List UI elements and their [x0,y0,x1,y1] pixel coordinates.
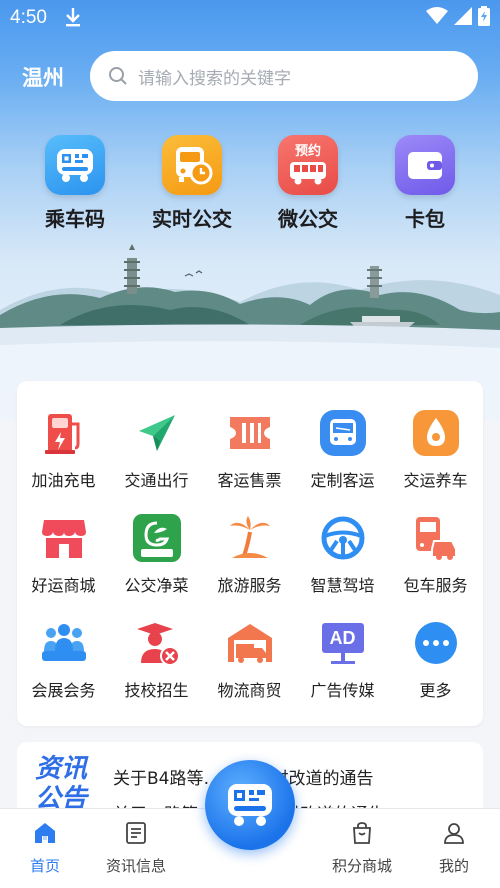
tab-points-mall[interactable]: 积分商城 [322,821,402,876]
graduate-icon [131,617,183,669]
quick-label: 乘车码 [45,207,105,231]
service-bus-vegetable[interactable]: 公交净菜 [110,512,203,612]
tab-home[interactable]: 首页 [5,821,85,876]
service-label: 更多 [419,681,452,700]
wallet-icon [395,135,455,195]
service-school-enrollment[interactable]: 技校招生 [110,617,203,717]
shopping-bag-icon [353,822,371,844]
tab-label: 资讯信息 [105,857,166,875]
car-maintenance-icon [410,407,462,459]
search-placeholder: 请输入搜索的关键字 [138,68,291,89]
service-charter[interactable]: 包车服务 [389,512,482,612]
service-label: 好运商城 [31,576,96,595]
search-icon [109,67,127,85]
quick-item-realtime-bus[interactable]: 实时公交 [132,135,252,232]
conference-icon [38,617,90,669]
service-conference[interactable]: 会展会务 [17,617,110,717]
service-label: 公交净菜 [124,576,189,595]
user-icon [444,823,464,844]
news-tag: 资讯 公告 [35,754,87,814]
ticket-icon [224,407,276,459]
hero-banner: 4:50 温州 请输入搜索的关键字 乘车码 实时公交 预约 微公交 卡包 [0,0,500,420]
tab-label: 首页 [29,857,60,875]
service-more[interactable]: 更多 [389,617,482,717]
reserve-badge: 预约 [294,144,321,159]
service-tourism[interactable]: 旅游服务 [203,512,296,612]
ad-badge: AD [321,623,364,653]
charter-bus-icon [410,512,462,564]
service-label: 会展会务 [31,681,96,700]
quick-label: 实时公交 [152,207,232,231]
quick-item-ride-code[interactable]: 乘车码 [15,135,135,232]
bus-clock-icon [162,135,222,195]
service-fuel-charge[interactable]: 加油充电 [17,407,110,507]
tab-label: 我的 [438,857,469,875]
service-car-maintenance[interactable]: 交运养车 [389,407,482,507]
service-label: 客运售票 [217,471,282,490]
tab-profile[interactable]: 我的 [414,821,494,876]
city-selector[interactable]: 温州 [22,62,64,92]
signal-icon [454,7,472,25]
quick-label: 微公交 [278,207,338,231]
service-smart-driving[interactable]: 智慧驾培 [296,512,389,612]
home-icon [35,823,55,843]
store-icon [38,512,90,564]
services-grid: 加油充电 交通出行 客运售票 定制客运 交运养车 好运商城 公交净菜 旅游服务 … [17,381,483,726]
bus-reserve-icon: 预约 [278,135,338,195]
tab-news[interactable]: 资讯信息 [96,821,176,876]
service-label: 定制客运 [310,471,375,490]
palm-tree-icon [224,512,276,564]
service-ticketing[interactable]: 客运售票 [203,407,296,507]
bus-qr-icon [45,135,105,195]
service-store[interactable]: 好运商城 [17,512,110,612]
search-bar[interactable]: 请输入搜索的关键字 [90,51,478,101]
quick-label: 卡包 [405,207,445,231]
news-icon [126,822,146,844]
service-label: 交运养车 [403,471,468,490]
tab-label: 积分商城 [331,857,392,875]
ride-code-fab[interactable] [205,760,295,850]
wifi-icon [426,7,448,24]
service-label: 技校招生 [124,681,189,700]
service-label: 广告传媒 [310,681,375,700]
status-time: 4:50 [10,7,47,28]
service-custom-bus[interactable]: 定制客运 [296,407,389,507]
logistics-icon [224,617,276,669]
service-label: 物流商贸 [217,681,282,700]
bus-vegetable-icon [131,512,183,564]
quick-actions: 乘车码 实时公交 预约 微公交 卡包 [0,135,500,235]
service-label: 智慧驾培 [310,576,375,595]
custom-bus-icon [317,407,369,459]
service-label: 交通出行 [124,471,189,490]
paper-plane-icon [131,407,183,459]
steering-wheel-icon [317,512,369,564]
news-tag-top: 资讯 [35,754,88,784]
service-label: 旅游服务 [217,576,282,595]
service-logistics[interactable]: 物流商贸 [203,617,296,717]
service-advertising[interactable]: AD 广告传媒 [296,617,389,717]
quick-item-micro-bus[interactable]: 预约 微公交 [248,135,368,232]
service-label: 加油充电 [31,471,96,490]
more-icon [410,617,462,669]
service-label: 包车服务 [403,576,468,595]
service-transport[interactable]: 交通出行 [110,407,203,507]
fuel-charge-icon [38,407,90,459]
quick-item-card-wallet[interactable]: 卡包 [365,135,485,232]
status-bar: 4:50 [0,0,500,36]
bus-qr-icon [228,784,272,826]
battery-icon [478,6,490,26]
ad-icon: AD [317,617,369,669]
download-icon [64,6,82,33]
